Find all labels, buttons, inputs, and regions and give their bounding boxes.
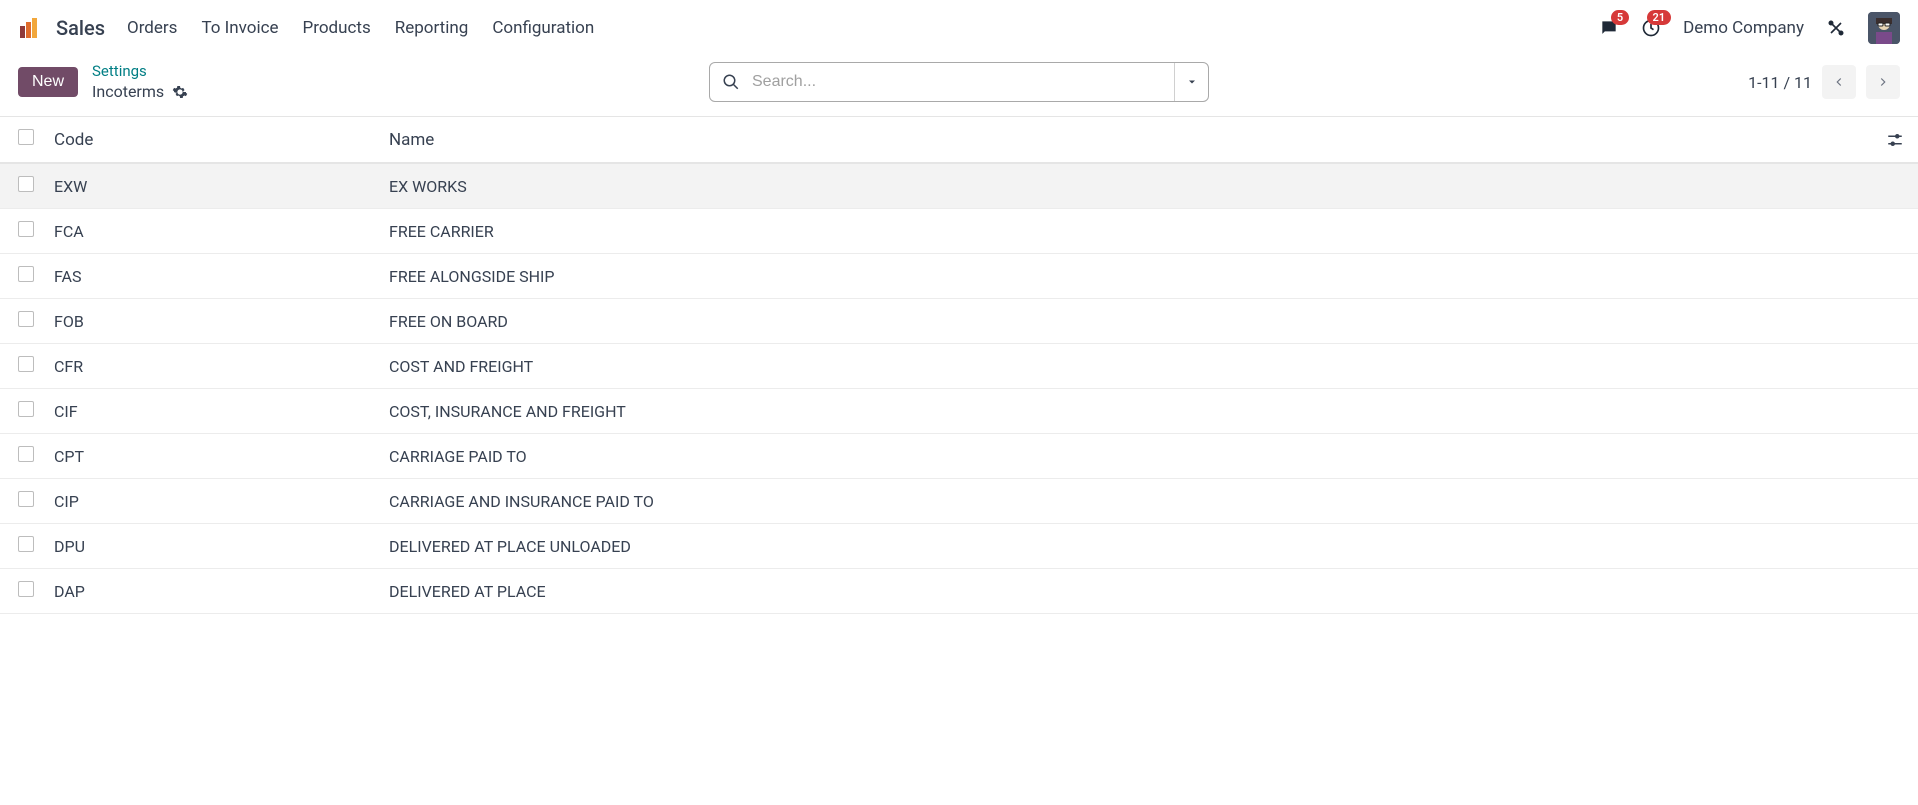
pager-text[interactable]: 1-11 / 11 bbox=[1748, 73, 1812, 92]
pager-prev-button[interactable] bbox=[1822, 65, 1856, 99]
company-selector[interactable]: Demo Company bbox=[1683, 18, 1804, 38]
table-row[interactable]: CFRCOST AND FREIGHT bbox=[0, 344, 1918, 389]
table-row[interactable]: CPTCARRIAGE PAID TO bbox=[0, 434, 1918, 479]
row-checkbox[interactable] bbox=[18, 176, 34, 192]
nav-products[interactable]: Products bbox=[303, 18, 371, 38]
columns-options-button[interactable] bbox=[1886, 131, 1904, 149]
row-checkbox[interactable] bbox=[18, 311, 34, 327]
sliders-icon bbox=[1886, 131, 1904, 149]
cell-code: DAP bbox=[54, 582, 389, 601]
row-checkbox[interactable] bbox=[18, 446, 34, 462]
cell-code: CFR bbox=[54, 357, 389, 376]
tools-button[interactable] bbox=[1826, 18, 1846, 38]
row-checkbox[interactable] bbox=[18, 536, 34, 552]
search-icon bbox=[710, 73, 752, 91]
breadcrumb-current-label: Incoterms bbox=[92, 82, 164, 103]
table-row[interactable]: FASFREE ALONGSIDE SHIP bbox=[0, 254, 1918, 299]
activities-badge: 21 bbox=[1647, 10, 1672, 25]
nav-configuration[interactable]: Configuration bbox=[492, 18, 594, 38]
topbar-right: 5 21 Demo Company bbox=[1599, 12, 1900, 44]
table-row[interactable]: EXWEX WORKS bbox=[0, 164, 1918, 209]
cell-code: EXW bbox=[54, 177, 389, 196]
cell-name: FREE ON BOARD bbox=[389, 312, 1900, 331]
table-row[interactable]: CIPCARRIAGE AND INSURANCE PAID TO bbox=[0, 479, 1918, 524]
table-row[interactable]: DPUDELIVERED AT PLACE UNLOADED bbox=[0, 524, 1918, 569]
search-options-toggle[interactable] bbox=[1174, 63, 1208, 101]
control-row: New Settings Incoterms 1-11 / 11 bbox=[0, 56, 1918, 116]
messages-badge: 5 bbox=[1611, 10, 1629, 25]
header-name[interactable]: Name bbox=[389, 130, 1900, 150]
table-row[interactable]: CIFCOST, INSURANCE AND FREIGHT bbox=[0, 389, 1918, 434]
avatar-icon bbox=[1868, 12, 1900, 44]
row-checkbox[interactable] bbox=[18, 266, 34, 282]
row-checkbox[interactable] bbox=[18, 491, 34, 507]
cell-name: EX WORKS bbox=[389, 177, 1900, 196]
messages-button[interactable]: 5 bbox=[1599, 18, 1619, 38]
table-header: Code Name bbox=[0, 117, 1918, 164]
row-checkbox[interactable] bbox=[18, 221, 34, 237]
row-checkbox[interactable] bbox=[18, 581, 34, 597]
cell-code: CIP bbox=[54, 492, 389, 511]
topbar: Sales Orders To Invoice Products Reporti… bbox=[0, 0, 1918, 56]
caret-down-icon bbox=[1186, 76, 1198, 88]
nav-reporting[interactable]: Reporting bbox=[395, 18, 469, 38]
pager: 1-11 / 11 bbox=[1748, 65, 1900, 99]
cell-name: DELIVERED AT PLACE UNLOADED bbox=[389, 537, 1900, 556]
header-code[interactable]: Code bbox=[54, 130, 389, 150]
cell-code: DPU bbox=[54, 537, 389, 556]
app-title[interactable]: Sales bbox=[56, 16, 105, 40]
breadcrumb: Settings Incoterms bbox=[92, 62, 188, 102]
main-nav: Orders To Invoice Products Reporting Con… bbox=[127, 18, 1599, 38]
search-input[interactable] bbox=[752, 63, 1174, 101]
cell-code: FCA bbox=[54, 222, 389, 241]
cell-name: FREE CARRIER bbox=[389, 222, 1900, 241]
row-checkbox[interactable] bbox=[18, 356, 34, 372]
table-row[interactable]: FOBFREE ON BOARD bbox=[0, 299, 1918, 344]
user-avatar[interactable] bbox=[1868, 12, 1900, 44]
table-row[interactable]: FCAFREE CARRIER bbox=[0, 209, 1918, 254]
search-container bbox=[709, 62, 1209, 102]
pager-next-button[interactable] bbox=[1866, 65, 1900, 99]
incoterms-table: Code Name EXWEX WORKSFCAFREE CARRIERFASF… bbox=[0, 116, 1918, 614]
chevron-left-icon bbox=[1832, 75, 1846, 89]
app-logo[interactable] bbox=[18, 16, 42, 40]
row-checkbox[interactable] bbox=[18, 401, 34, 417]
breadcrumb-current: Incoterms bbox=[92, 82, 188, 103]
select-all-checkbox[interactable] bbox=[18, 129, 34, 145]
table-row[interactable]: DAPDELIVERED AT PLACE bbox=[0, 569, 1918, 614]
cell-code: CIF bbox=[54, 402, 389, 421]
activities-button[interactable]: 21 bbox=[1641, 18, 1661, 38]
cell-name: FREE ALONGSIDE SHIP bbox=[389, 267, 1900, 286]
chevron-right-icon bbox=[1876, 75, 1890, 89]
cell-name: DELIVERED AT PLACE bbox=[389, 582, 1900, 601]
nav-orders[interactable]: Orders bbox=[127, 18, 177, 38]
cell-name: CARRIAGE PAID TO bbox=[389, 447, 1900, 466]
nav-to-invoice[interactable]: To Invoice bbox=[201, 18, 278, 38]
cell-code: CPT bbox=[54, 447, 389, 466]
cell-code: FAS bbox=[54, 267, 389, 286]
gear-icon[interactable] bbox=[172, 84, 188, 100]
new-button[interactable]: New bbox=[18, 67, 78, 97]
cell-name: COST AND FREIGHT bbox=[389, 357, 1900, 376]
breadcrumb-parent[interactable]: Settings bbox=[92, 62, 188, 82]
tools-icon bbox=[1826, 18, 1846, 38]
cell-name: CARRIAGE AND INSURANCE PAID TO bbox=[389, 492, 1900, 511]
cell-name: COST, INSURANCE AND FREIGHT bbox=[389, 402, 1900, 421]
cell-code: FOB bbox=[54, 312, 389, 331]
table-body: EXWEX WORKSFCAFREE CARRIERFASFREE ALONGS… bbox=[0, 164, 1918, 614]
